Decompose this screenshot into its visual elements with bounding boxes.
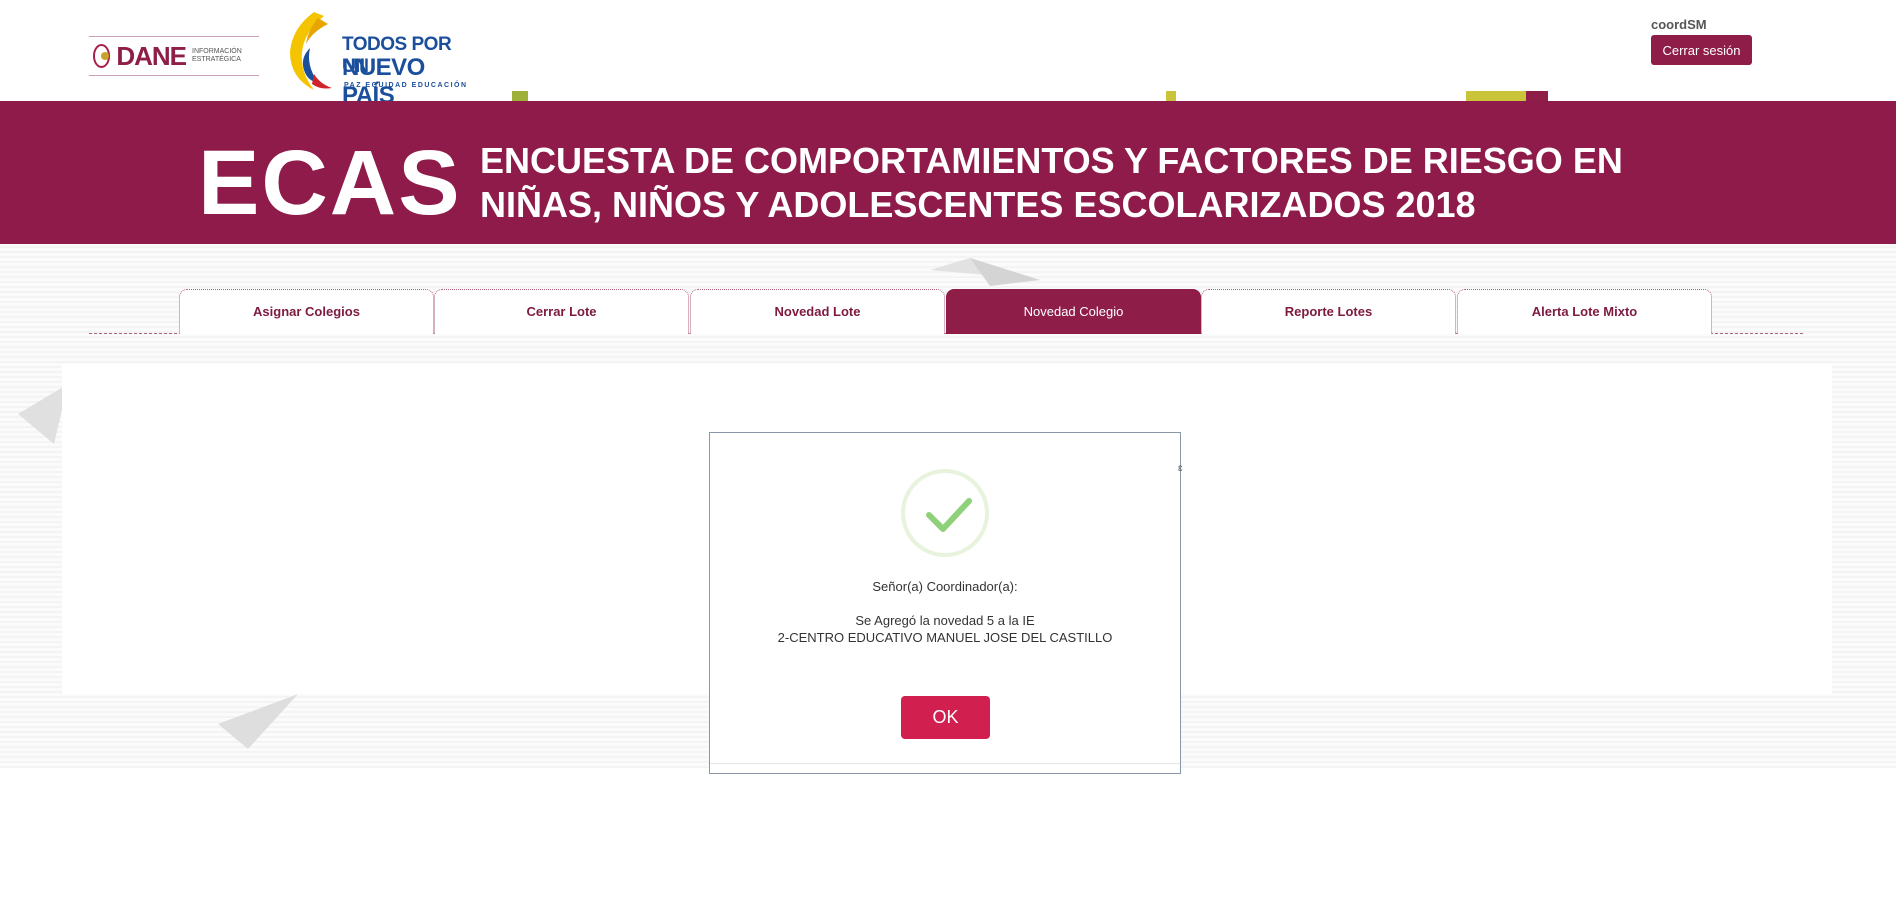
tab-novedad-lote[interactable]: Novedad Lote — [690, 289, 945, 334]
logout-button[interactable]: Cerrar sesión — [1651, 35, 1752, 65]
paper-plane-icon — [218, 694, 298, 749]
tab-cerrar-lote[interactable]: Cerrar Lote — [434, 289, 689, 334]
dialog-message-line1: Se Agregó la novedad 5 a la IE — [855, 613, 1035, 628]
dane-logo-subtitle: INFORMACIÓN ESTRATÉGICA — [192, 48, 242, 63]
banner-acronym: ECAS — [198, 132, 462, 234]
ok-button[interactable]: OK — [901, 696, 990, 739]
success-icon-ring — [901, 469, 989, 557]
alert-dialog: ɛ Señor(a) Coordinador(a): Se Agregó la … — [709, 432, 1183, 774]
banner-title-line2: NIÑAS, NIÑOS Y ADOLESCENTES ESCOLARIZADO… — [480, 184, 1476, 225]
colombia-mark-icon — [290, 12, 332, 90]
page: DANE INFORMACIÓN ESTRATÉGICA TODOS POR U… — [0, 0, 1896, 917]
dane-seal-icon — [93, 44, 111, 68]
dane-logo: DANE INFORMACIÓN ESTRATÉGICA — [89, 36, 259, 76]
banner-title-line1: ENCUESTA DE COMPORTAMIENTOS Y FACTORES D… — [480, 140, 1623, 181]
header: DANE INFORMACIÓN ESTRATÉGICA TODOS POR U… — [0, 0, 1896, 109]
tab-asignar-colegios[interactable]: Asignar Colegios — [179, 289, 434, 334]
tab-novedad-colegio[interactable]: Novedad Colegio — [946, 289, 1201, 334]
success-check-icon — [926, 498, 972, 532]
tab-alerta-lote-mixto[interactable]: Alerta Lote Mixto — [1457, 289, 1712, 334]
dane-logo-text: DANE — [116, 40, 187, 71]
dialog-divider — [710, 763, 1180, 764]
tab-bar: Asignar Colegios Cerrar Lote Novedad Lot… — [89, 289, 1803, 334]
paper-plane-icon — [930, 258, 1040, 286]
dialog-greeting: Señor(a) Coordinador(a): — [872, 579, 1018, 594]
dialog-close-mark: ɛ — [1178, 463, 1183, 474]
dialog-message-line2: 2-CENTRO EDUCATIVO MANUEL JOSE DEL CASTI… — [777, 630, 1113, 645]
username: coordSM — [1651, 17, 1707, 32]
gov-logo: TODOS POR UN NUEVO PAÍS PAZ EQUIDAD EDUC… — [284, 6, 474, 109]
gov-logo-line3: PAZ EQUIDAD EDUCACIÓN — [344, 82, 468, 89]
tab-reporte-lotes[interactable]: Reporte Lotes — [1201, 289, 1456, 334]
banner: ECAS ENCUESTA DE COMPORTAMIENTOS Y FACTO… — [0, 101, 1896, 244]
